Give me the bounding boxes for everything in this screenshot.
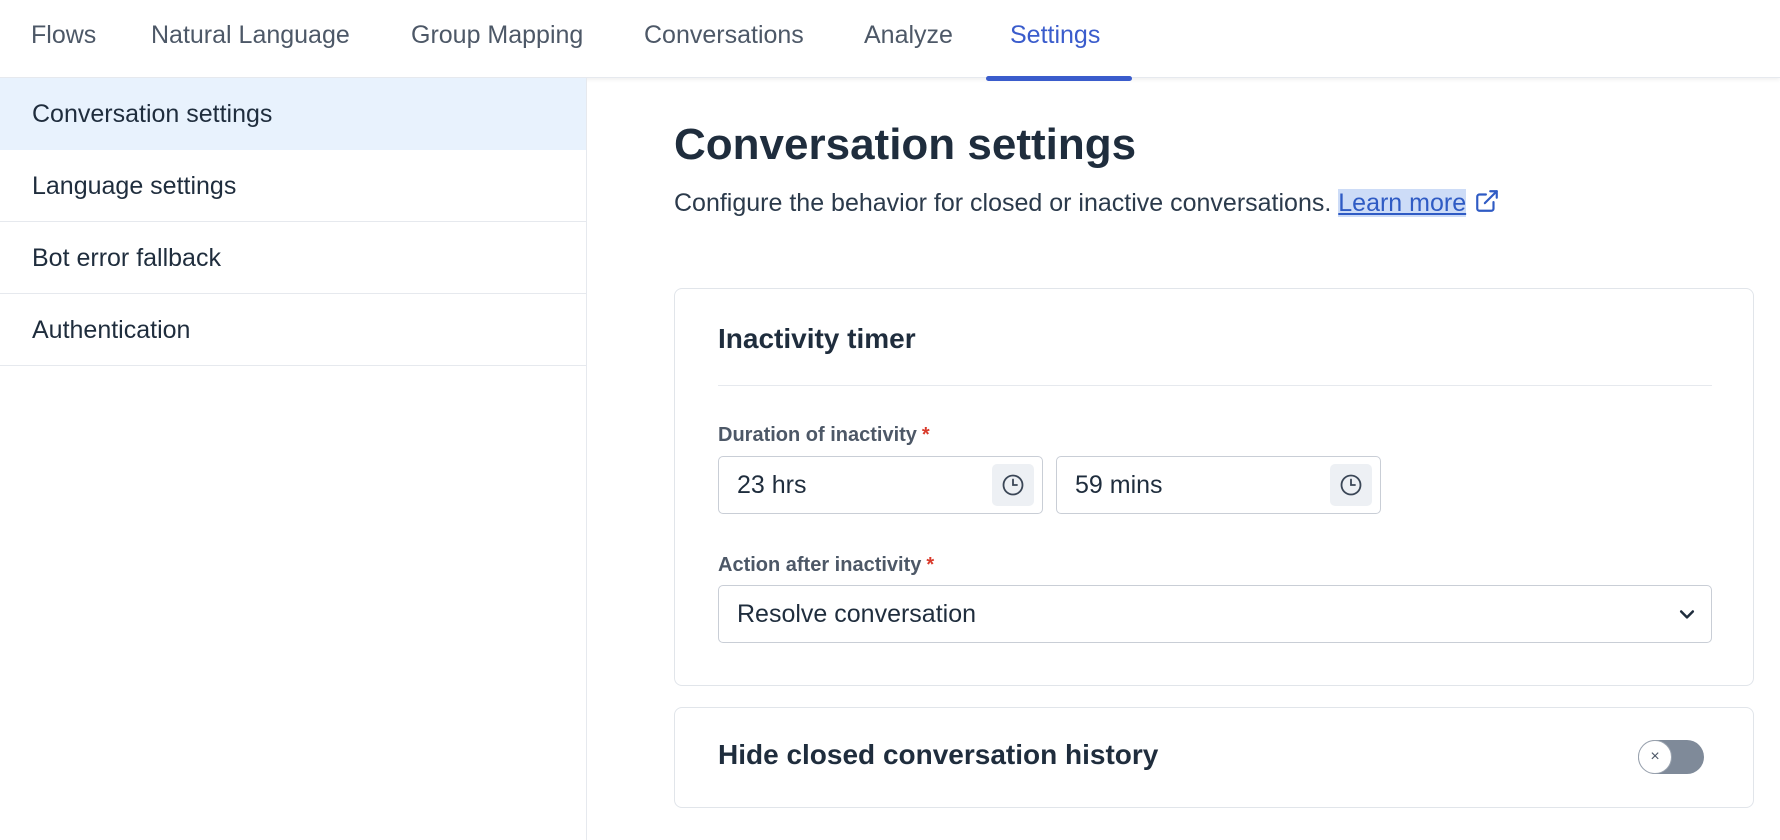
tab-natural-language[interactable]: Natural Language [151,0,350,78]
hide-history-toggle[interactable]: × [1638,740,1704,774]
external-link-icon[interactable] [1474,188,1500,221]
hours-value: 23 hrs [737,471,807,499]
hours-clock-button[interactable] [992,464,1034,506]
tab-flows[interactable]: Flows [31,0,96,78]
inactivity-timer-card: Inactivity timer Duration of inactivity *… [674,288,1754,686]
active-tab-indicator [986,76,1132,81]
sidebar-item-conversation-settings[interactable]: Conversation settings [0,78,586,150]
action-selected-value: Resolve conversation [737,600,977,628]
minutes-clock-button[interactable] [1330,464,1372,506]
card-divider [718,385,1712,386]
duration-label: Duration of inactivity * [718,424,930,447]
inactivity-timer-title: Inactivity timer [718,323,916,354]
description-text: Configure the behavior for closed or ina… [674,189,1332,217]
tab-conversations[interactable]: Conversations [644,0,804,78]
top-navigation: Flows Natural Language Group Mapping Con… [0,0,1780,81]
minutes-input[interactable]: 59 mins [1056,456,1381,514]
clock-icon [1001,473,1025,502]
hide-history-title: Hide closed conversation history [718,739,1159,770]
duration-label-text: Duration of inactivity [718,424,917,446]
action-label-text: Action after inactivity [718,554,922,576]
learn-more-link[interactable]: Learn more [1338,189,1467,217]
settings-sidebar: Conversation settings Language settings … [0,78,587,840]
hide-history-card: Hide closed conversation history × [674,707,1754,808]
hours-input[interactable]: 23 hrs [718,456,1043,514]
sidebar-item-authentication[interactable]: Authentication [0,294,586,366]
tab-settings[interactable]: Settings [1010,0,1100,78]
tab-analyze[interactable]: Analyze [864,0,953,78]
action-label: Action after inactivity * [718,554,934,577]
clock-icon [1339,473,1363,502]
page-title: Conversation settings [674,120,1137,169]
required-marker: * [921,424,930,446]
action-select[interactable]: Resolve conversation [718,585,1712,643]
sidebar-item-language-settings[interactable]: Language settings [0,150,586,222]
required-marker: * [926,554,935,576]
sidebar-item-bot-error-fallback[interactable]: Bot error fallback [0,222,586,294]
page-description: Configure the behavior for closed or ina… [674,188,1500,221]
close-icon: × [1638,740,1672,774]
tab-group-mapping[interactable]: Group Mapping [411,0,583,78]
chevron-down-icon [1677,604,1697,629]
minutes-value: 59 mins [1075,471,1163,499]
